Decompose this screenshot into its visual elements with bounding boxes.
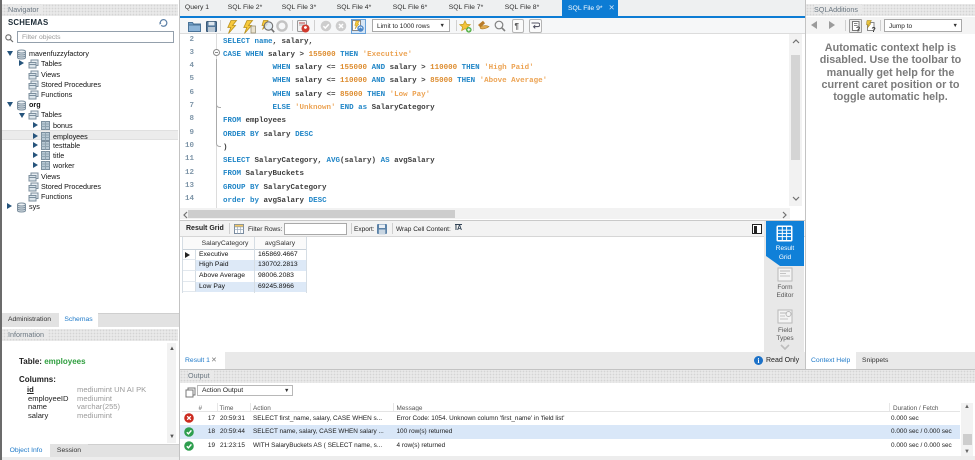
svg-text:?: ?	[872, 27, 876, 33]
svg-text:?: ?	[856, 27, 860, 33]
